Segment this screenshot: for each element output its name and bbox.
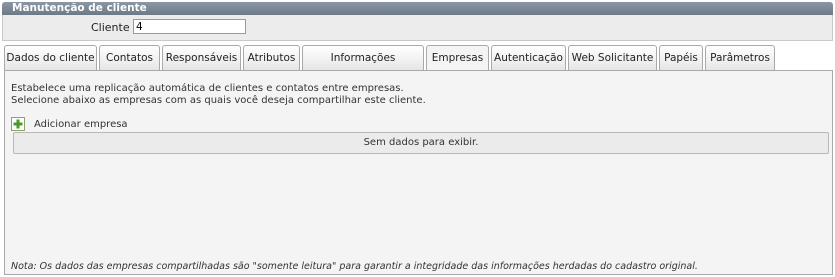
empresas-grid-empty: Sem dados para exibir. [13, 132, 829, 154]
tab-papeis[interactable]: Papéis [659, 45, 703, 70]
add-empresa-label[interactable]: Adicionar empresa [34, 119, 128, 130]
tab-atributos[interactable]: Atributos [243, 45, 300, 70]
panel-description: Estabelece uma replicação automática de … [11, 83, 426, 107]
cliente-input[interactable] [133, 19, 246, 34]
tab-autenticacao[interactable]: Autenticação [491, 45, 566, 70]
window-title: Manutenção de cliente [2, 2, 833, 15]
tab-contatos[interactable]: Contatos [99, 45, 160, 70]
cliente-window: Manutenção de cliente Cliente : Dados do… [2, 2, 833, 275]
description-line-1: Estabelece uma replicação automática de … [11, 83, 404, 94]
tab-informacoes-adicionais[interactable]: Informações adicionais [302, 45, 424, 88]
tab-responsaveis[interactable]: Responsáveis [162, 45, 241, 70]
tab-empresas[interactable]: Empresas [426, 45, 489, 71]
readonly-note: Nota: Os dados das empresas compartilhad… [11, 261, 698, 272]
tab-bar: Dados do cliente Contatos Responsáveis A… [4, 45, 833, 88]
empresas-panel: Estabelece uma replicação automática de … [4, 70, 833, 275]
cliente-label: Cliente : [91, 21, 137, 34]
cliente-bar: Cliente : [2, 15, 833, 41]
plus-icon[interactable] [11, 117, 25, 131]
description-line-2: Selecione abaixo as empresas com as quai… [11, 95, 426, 106]
tab-dados-do-cliente[interactable]: Dados do cliente [4, 45, 97, 70]
tab-web-solicitante[interactable]: Web Solicitante [568, 45, 657, 70]
tab-parametros[interactable]: Parâmetros [705, 45, 775, 70]
